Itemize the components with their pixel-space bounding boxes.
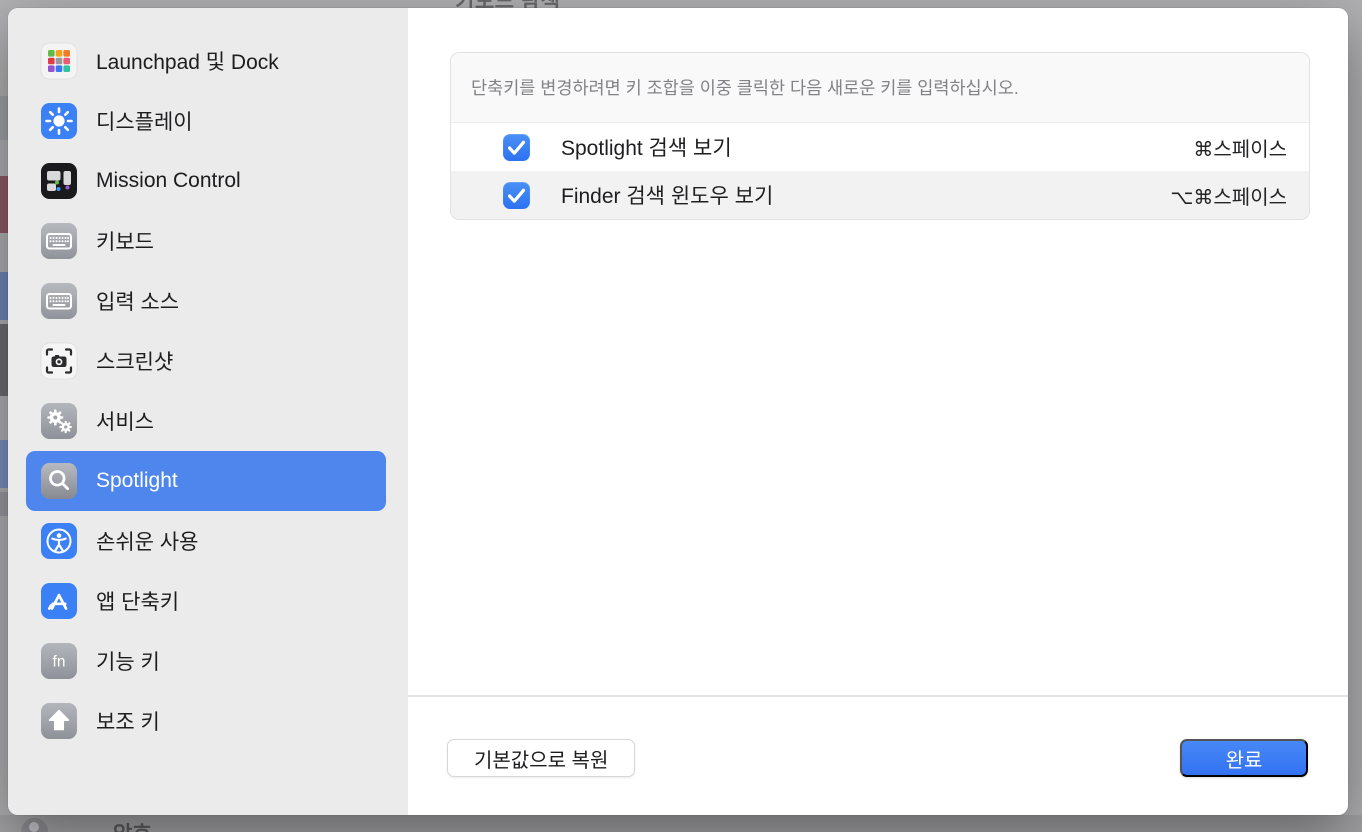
accessibility-icon bbox=[40, 522, 78, 560]
keyboard-shortcuts-sheet: Launchpad 및 Dock 디스플레이 bbox=[8, 8, 1348, 815]
sidebar-item-label: 서비스 bbox=[96, 406, 154, 436]
sidebar-item-label: Mission Control bbox=[96, 169, 241, 193]
shortcut-instruction: 단축키를 변경하려면 키 조합을 이중 클릭한 다음 새로운 키를 입력하십시오… bbox=[451, 53, 1309, 123]
spotlight-shortcuts-panel: 단축키를 변경하려면 키 조합을 이중 클릭한 다음 새로운 키를 입력하십시오… bbox=[408, 8, 1348, 815]
function-keys-icon: fn bbox=[40, 642, 78, 680]
spotlight-search-checkbox[interactable] bbox=[503, 134, 530, 161]
done-button[interactable]: 완료 bbox=[1180, 739, 1308, 777]
shortcut-row-finder-search[interactable]: Finder 검색 윈도우 보기 ⌥⌘스페이스 bbox=[451, 171, 1309, 219]
sidebar-item-label: Spotlight bbox=[96, 469, 178, 493]
background-window-strip bbox=[0, 815, 1362, 832]
sidebar-item-label: 앱 단축키 bbox=[96, 586, 179, 616]
sidebar-item-services[interactable]: 서비스 bbox=[26, 391, 386, 451]
sidebar-item-label: 스크린샷 bbox=[96, 346, 173, 376]
sidebar-item-label: 손쉬운 사용 bbox=[96, 526, 198, 556]
sidebar-item-keyboard[interactable]: 키보드 bbox=[26, 211, 386, 271]
mission-control-icon bbox=[40, 162, 78, 200]
sidebar-item-label: 입력 소스 bbox=[96, 286, 179, 316]
modifier-keys-icon bbox=[40, 702, 78, 740]
finder-search-checkbox[interactable] bbox=[503, 182, 530, 209]
shortcut-table: 단축키를 변경하려면 키 조합을 이중 클릭한 다음 새로운 키를 입력하십시오… bbox=[450, 52, 1310, 220]
svg-text:fn: fn bbox=[53, 654, 66, 671]
sidebar-item-modifier-keys[interactable]: 보조 키 bbox=[26, 691, 386, 751]
sidebar-item-label: 디스플레이 bbox=[96, 106, 193, 136]
keyboard-icon bbox=[40, 222, 78, 260]
shortcut-label: Spotlight 검색 보기 bbox=[561, 132, 1193, 162]
services-icon bbox=[40, 402, 78, 440]
sidebar-item-screenshots[interactable]: 스크린샷 bbox=[26, 331, 386, 391]
sidebar-item-label: 기능 키 bbox=[96, 646, 160, 676]
sidebar-item-mission-control[interactable]: Mission Control bbox=[26, 151, 386, 211]
shortcut-key-combo[interactable]: ⌥⌘스페이스 bbox=[1170, 181, 1287, 210]
shortcut-label: Finder 검색 윈도우 보기 bbox=[561, 180, 1170, 210]
app-shortcuts-icon bbox=[40, 582, 78, 620]
sidebar-item-function-keys[interactable]: fn 기능 키 bbox=[26, 631, 386, 691]
sidebar-item-label: 보조 키 bbox=[96, 706, 160, 736]
background-clipped-item: 암호 bbox=[113, 818, 152, 832]
screenshot-icon bbox=[40, 342, 78, 380]
sidebar-item-app-shortcuts[interactable]: 앱 단축키 bbox=[26, 571, 386, 631]
sidebar-item-label: 키보드 bbox=[96, 226, 154, 256]
sidebar-item-launchpad-dock[interactable]: Launchpad 및 Dock bbox=[26, 31, 386, 91]
sidebar-item-display[interactable]: 디스플레이 bbox=[26, 91, 386, 151]
sidebar-item-input-sources[interactable]: 입력 소스 bbox=[26, 271, 386, 331]
sidebar-item-accessibility[interactable]: 손쉬운 사용 bbox=[26, 511, 386, 571]
spotlight-icon bbox=[40, 462, 78, 500]
shortcut-key-combo[interactable]: ⌘스페이스 bbox=[1193, 133, 1287, 162]
input-sources-icon bbox=[40, 282, 78, 320]
restore-defaults-button[interactable]: 기본값으로 복원 bbox=[447, 739, 635, 777]
display-icon bbox=[40, 102, 78, 140]
sidebar-item-label: Launchpad 및 Dock bbox=[96, 46, 279, 76]
sidebar-item-spotlight[interactable]: Spotlight bbox=[26, 451, 386, 511]
footer-divider bbox=[408, 695, 1348, 697]
shortcut-categories-sidebar: Launchpad 및 Dock 디스플레이 bbox=[8, 8, 408, 815]
launchpad-icon bbox=[40, 42, 78, 80]
shortcut-row-spotlight-search[interactable]: Spotlight 검색 보기 ⌘스페이스 bbox=[451, 123, 1309, 171]
